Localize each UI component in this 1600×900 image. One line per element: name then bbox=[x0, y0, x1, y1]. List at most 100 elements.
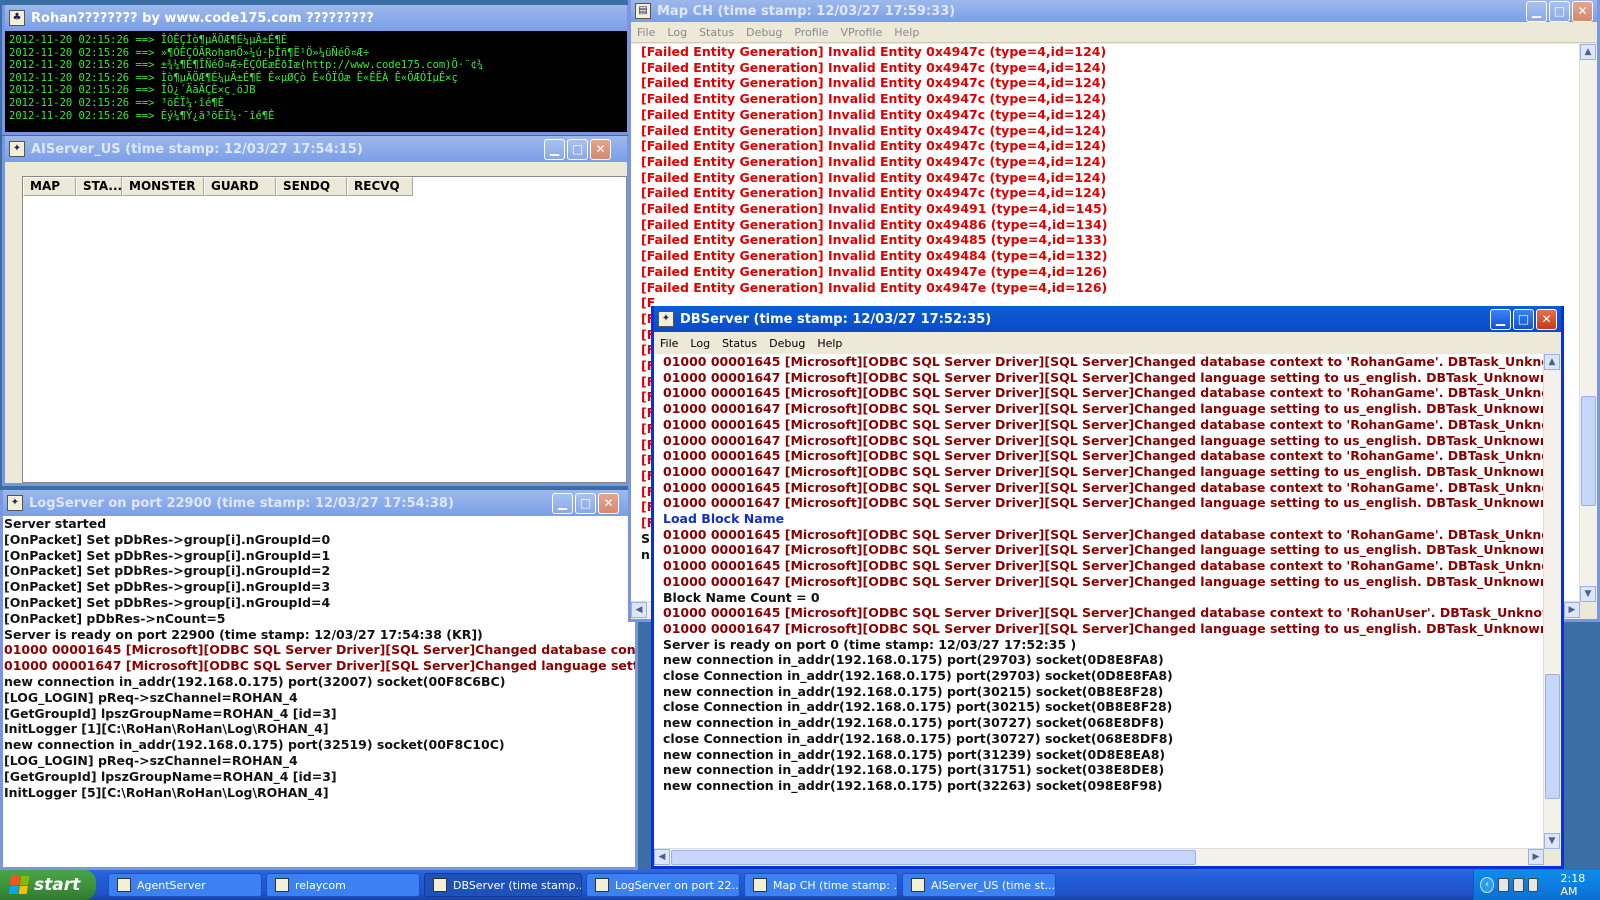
log-line: 01000 00001645 [Microsoft][ODBC SQL Serv… bbox=[663, 448, 1544, 464]
scroll-down-arrow-icon[interactable]: ▼ bbox=[1580, 586, 1596, 602]
log-line: 01000 00001647 [Microsoft][ODBC SQL Serv… bbox=[663, 542, 1544, 558]
rohan-title: Rohan???????? by www.code175.com ???????… bbox=[31, 10, 374, 26]
dbserver-vertical-scrollbar[interactable]: ▲ ▼ bbox=[1543, 354, 1561, 849]
menu-help[interactable]: Help bbox=[888, 26, 925, 39]
log-line: [Failed Entity Generation] Invalid Entit… bbox=[641, 216, 1108, 232]
rohan-console: 2012-11-20 02:15:26 ==> ÎÒÊÇÌò¶µÄÖÆ¶É¼µÄ… bbox=[5, 31, 627, 132]
scroll-left-arrow-icon[interactable]: ◀ bbox=[654, 849, 670, 865]
menu-file[interactable]: File bbox=[631, 26, 661, 39]
scroll-up-arrow-icon[interactable]: ▲ bbox=[1580, 44, 1596, 60]
close-button[interactable]: ✕ bbox=[1536, 308, 1557, 330]
column-header-monster[interactable]: MONSTER bbox=[122, 177, 204, 196]
taskbar-item-relaycom[interactable]: relaycom bbox=[266, 873, 420, 897]
rohan-app-icon: ♣ bbox=[9, 10, 25, 26]
scroll-up-arrow-icon[interactable]: ▲ bbox=[1544, 354, 1560, 370]
windows-logo-icon bbox=[8, 876, 30, 894]
app-icon bbox=[275, 878, 289, 892]
dbserver-log-lines: 01000 00001645 [Microsoft][ODBC SQL Serv… bbox=[663, 354, 1544, 794]
log-line: 01000 00001647 [Microsoft][ODBC SQL Serv… bbox=[4, 658, 635, 674]
dbserver-horizontal-scrollbar[interactable]: ◀ ▶ bbox=[654, 848, 1544, 866]
log-line: [OnPacket] Set pDbRes->group[i].nGroupId… bbox=[4, 594, 331, 610]
column-header-map[interactable]: MAP bbox=[23, 177, 76, 196]
minimize-button[interactable]: ▁ bbox=[544, 138, 565, 160]
column-header-recvq[interactable]: RECVQ bbox=[347, 177, 413, 196]
logserver-title: LogServer on port 22900 (time stamp: 12/… bbox=[29, 495, 454, 511]
log-line: 01000 00001645 [Microsoft][ODBC SQL Serv… bbox=[663, 385, 1544, 401]
log-line: [Failed Entity Generation] Invalid Entit… bbox=[641, 75, 1107, 91]
log-line: 01000 00001647 [Microsoft][ODBC SQL Serv… bbox=[663, 620, 1544, 636]
column-header-sendq[interactable]: SENDQ bbox=[276, 177, 347, 196]
mapch-log-lines: [Failed Entity Generation] Invalid Entit… bbox=[641, 44, 1580, 295]
system-tray: ‹ 2:18 AM bbox=[1473, 870, 1600, 900]
rohan-titlebar[interactable]: ♣ Rohan???????? by www.code175.com ?????… bbox=[5, 5, 627, 31]
log-line: new connection in_addr(192.168.0.175) po… bbox=[663, 746, 1166, 762]
menu-help[interactable]: Help bbox=[811, 337, 848, 350]
dbserver-titlebar[interactable]: ✦ DBServer (time stamp: 12/03/27 17:52:3… bbox=[654, 306, 1561, 332]
logserver-log[interactable]: Server started [OnPacket] Set pDbRes->gro… bbox=[3, 516, 635, 867]
menu-file[interactable]: File bbox=[654, 337, 684, 350]
log-line: 01000 00001645 [Microsoft][ODBC SQL Serv… bbox=[663, 605, 1544, 621]
menu-log[interactable]: Log bbox=[684, 337, 716, 350]
scroll-thumb[interactable] bbox=[1581, 396, 1596, 506]
log-line: close Connection in_addr(192.168.0.175) … bbox=[663, 730, 1174, 746]
menu-debug[interactable]: Debug bbox=[763, 337, 811, 350]
logserver-log-lines: Server started [OnPacket] Set pDbRes->gro… bbox=[4, 516, 635, 800]
mapch-vertical-scrollbar[interactable]: ▲ ▼ bbox=[1579, 44, 1597, 602]
logserver-titlebar[interactable]: ✦ LogServer on port 22900 (time stamp: 1… bbox=[3, 490, 635, 516]
menu-vprofile[interactable]: VProfile bbox=[835, 26, 889, 39]
scroll-right-arrow-icon[interactable]: ▶ bbox=[1528, 849, 1544, 865]
close-button[interactable]: ✕ bbox=[1572, 0, 1593, 22]
tray-app-icon[interactable] bbox=[1498, 878, 1509, 892]
log-line: [Failed Entity Generation] Invalid Entit… bbox=[641, 248, 1108, 264]
taskbar-item-logserver[interactable]: LogServer on port 22... bbox=[586, 873, 740, 897]
column-header-status[interactable]: STA... bbox=[76, 177, 122, 196]
menu-status[interactable]: Status bbox=[693, 26, 740, 39]
scroll-right-arrow-icon[interactable]: ▶ bbox=[1564, 602, 1580, 618]
log-line: InitLogger [1][C:\RoHan\RoHan\Log\ROHAN_… bbox=[4, 721, 329, 737]
taskbar-item-dbserver[interactable]: DBServer (time stamp... bbox=[424, 873, 582, 897]
aiserver-listview[interactable]: MAP STA... MONSTER GUARD SENDQ RECVQ bbox=[22, 176, 627, 483]
menu-profile[interactable]: Profile bbox=[788, 26, 834, 39]
taskbar-item-label: AIServer_US (time st... bbox=[931, 878, 1056, 892]
scroll-thumb[interactable] bbox=[1545, 674, 1560, 799]
log-line: [Failed Entity Generation] Invalid Entit… bbox=[641, 201, 1108, 217]
log-line: new connection in_addr(192.168.0.175) po… bbox=[663, 777, 1163, 793]
tray-app-icon[interactable] bbox=[1527, 878, 1539, 892]
close-button[interactable]: ✕ bbox=[590, 138, 611, 160]
start-button[interactable]: start bbox=[0, 870, 96, 900]
menu-log[interactable]: Log bbox=[661, 26, 693, 39]
logserver-app-icon: ✦ bbox=[7, 495, 23, 511]
taskbar-item-label: relaycom bbox=[295, 878, 346, 892]
minimize-button[interactable]: ▁ bbox=[1526, 0, 1547, 22]
taskbar-item-agentserver[interactable]: AgentServer bbox=[108, 873, 262, 897]
scroll-thumb[interactable] bbox=[671, 850, 1196, 865]
maximize-button[interactable]: □ bbox=[1513, 308, 1534, 330]
scroll-left-arrow-icon[interactable]: ◀ bbox=[631, 602, 647, 618]
maximize-button[interactable]: □ bbox=[575, 492, 596, 514]
aiserver-title: AIServer_US (time stamp: 12/03/27 17:54:… bbox=[31, 141, 363, 157]
maximize-button[interactable]: □ bbox=[1549, 0, 1570, 22]
mapch-app-icon: ▤ bbox=[635, 3, 651, 19]
log-line: 01000 00001647 [Microsoft][ODBC SQL Serv… bbox=[663, 573, 1544, 589]
log-line: 01000 00001645 [Microsoft][ODBC SQL Serv… bbox=[663, 526, 1544, 542]
log-line: [OnPacket] Set pDbRes->group[i].nGroupId… bbox=[4, 579, 331, 595]
log-line: [Failed Entity Generation] Invalid Entit… bbox=[641, 185, 1107, 201]
dbserver-log[interactable]: 01000 00001645 [Microsoft][ODBC SQL Serv… bbox=[654, 354, 1544, 849]
aiserver-titlebar[interactable]: ✦ AIServer_US (time stamp: 12/03/27 17:5… bbox=[5, 136, 627, 162]
tray-expand-icon[interactable]: ‹ bbox=[1480, 877, 1495, 893]
scroll-down-arrow-icon[interactable]: ▼ bbox=[1544, 833, 1560, 849]
close-button[interactable]: ✕ bbox=[598, 492, 619, 514]
mapch-titlebar[interactable]: ▤ Map CH (time stamp: 12/03/27 17:59:33)… bbox=[631, 0, 1597, 22]
maximize-button[interactable]: □ bbox=[567, 138, 588, 160]
log-line: InitLogger [5][C:\RoHan\RoHan\Log\ROHAN_… bbox=[4, 784, 329, 800]
column-header-guard[interactable]: GUARD bbox=[204, 177, 276, 196]
taskbar-item-aiserver[interactable]: AIServer_US (time st... bbox=[902, 873, 1056, 897]
minimize-button[interactable]: ▁ bbox=[1490, 308, 1511, 330]
dbserver-menubar: File Log Status Debug Help bbox=[654, 332, 1561, 355]
taskbar-item-mapch[interactable]: Map CH (time stamp: ... bbox=[744, 873, 898, 897]
tray-app-icon[interactable] bbox=[1512, 878, 1524, 892]
menu-status[interactable]: Status bbox=[716, 337, 763, 350]
menu-debug[interactable]: Debug bbox=[740, 26, 788, 39]
clock[interactable]: 2:18 AM bbox=[1560, 872, 1600, 898]
minimize-button[interactable]: ▁ bbox=[552, 492, 573, 514]
